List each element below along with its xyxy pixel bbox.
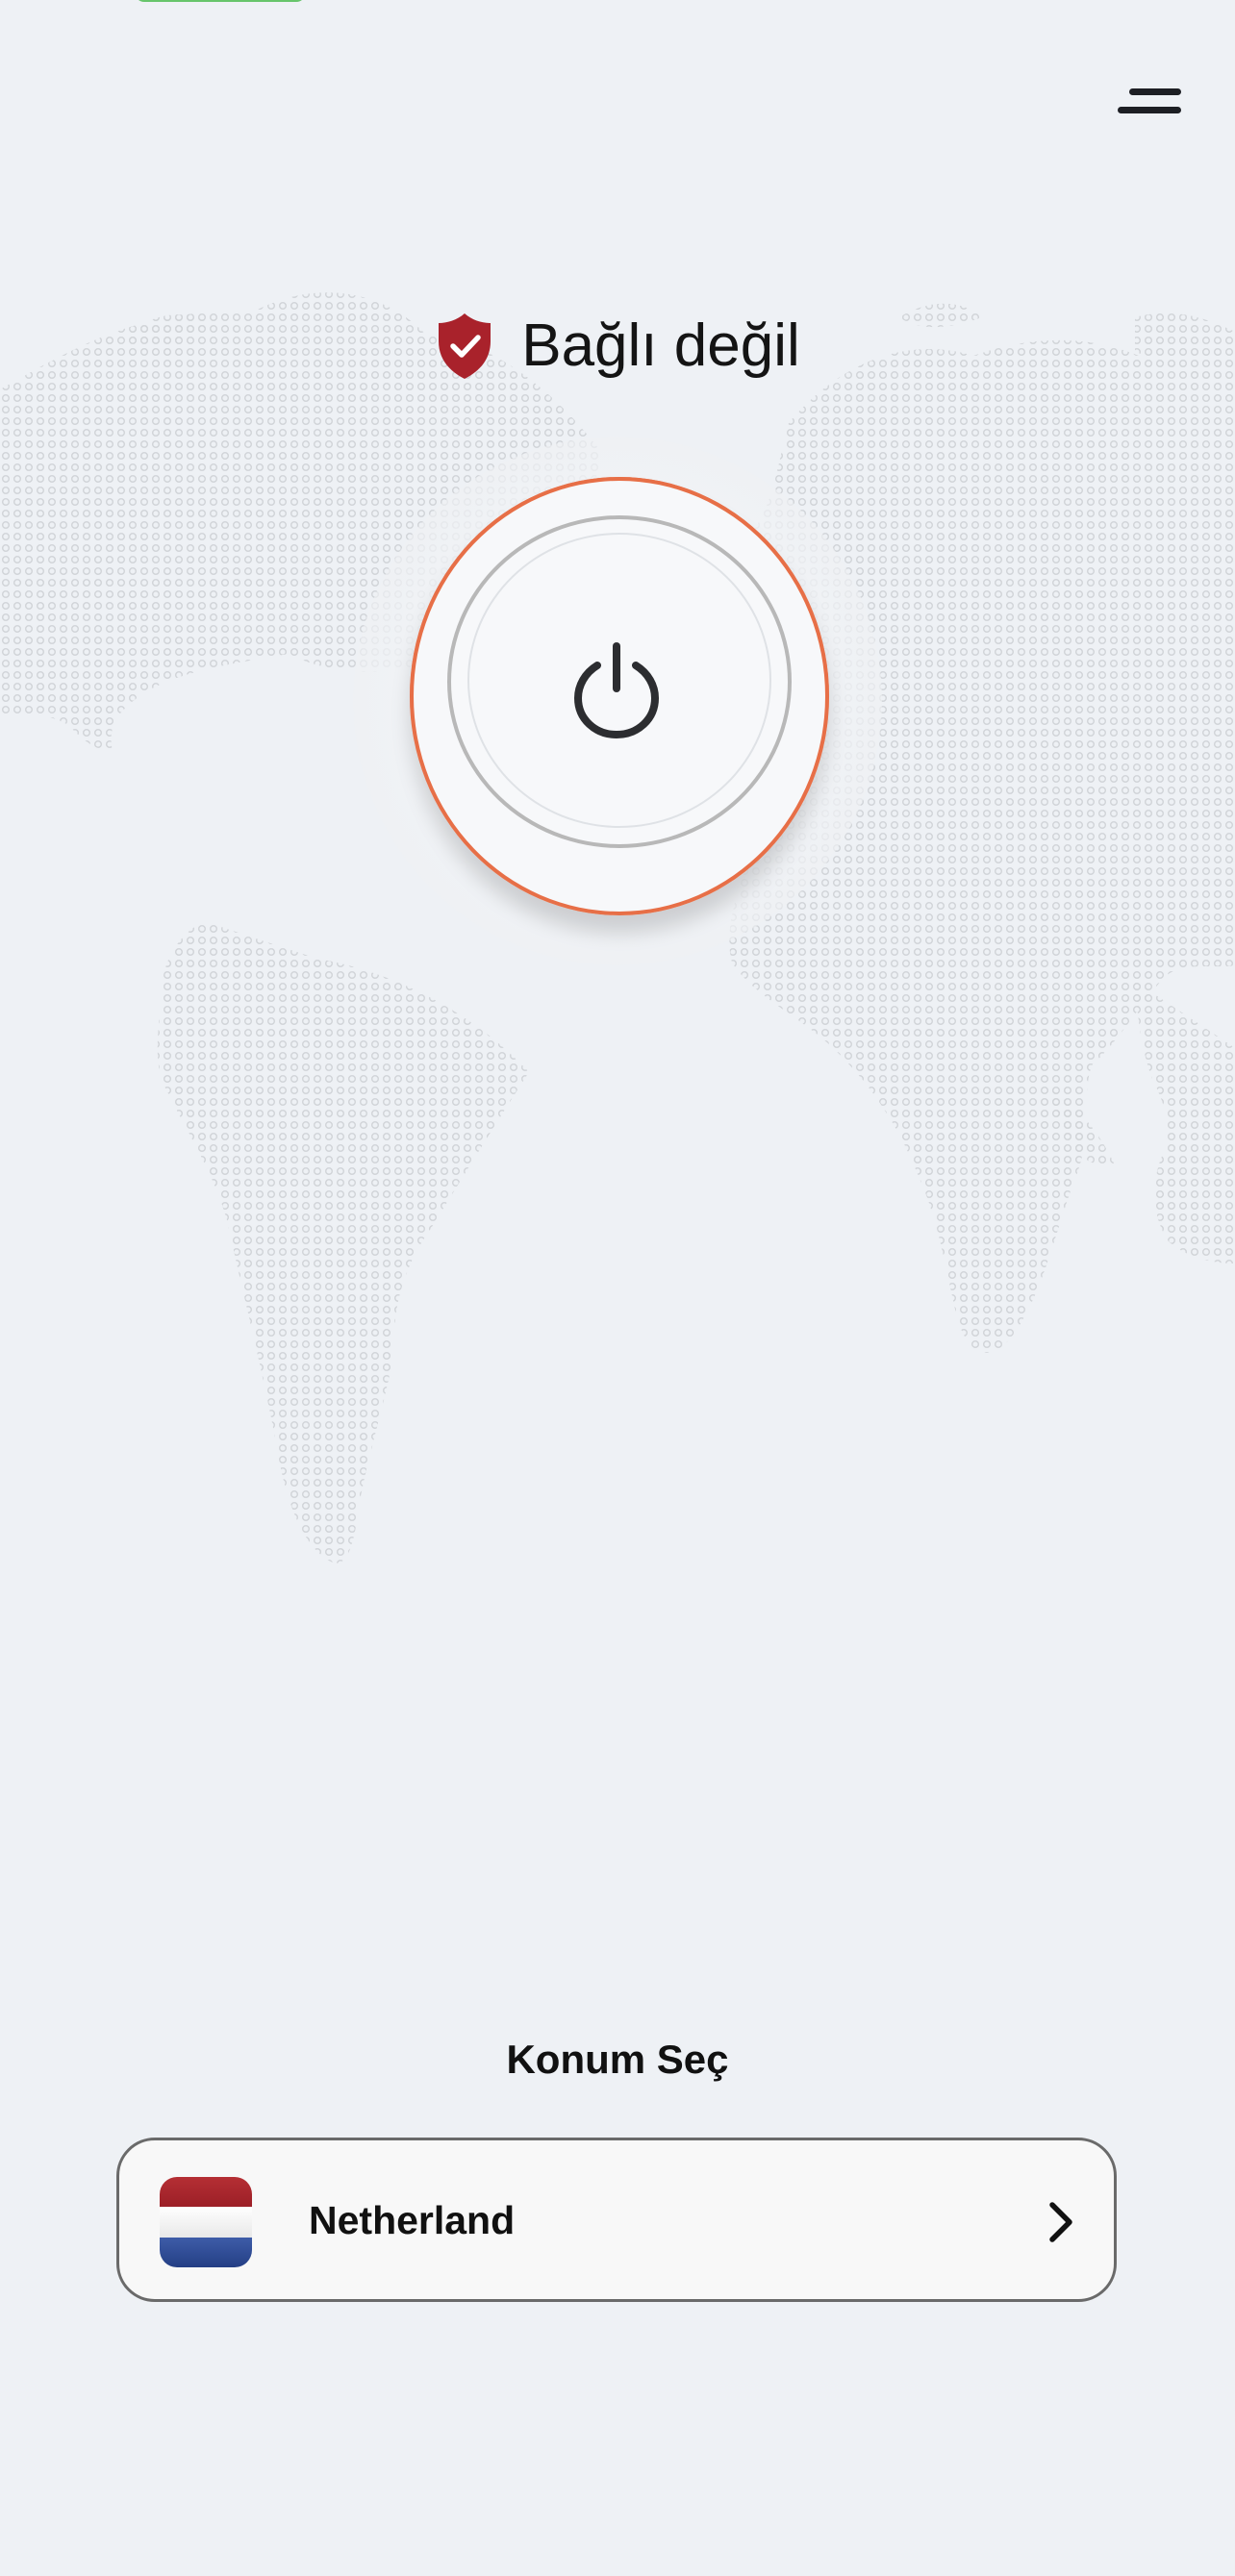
vpn-app-screen: Bağlı değil Konum Seç Netherland (0, 0, 1235, 2576)
flag-red-stripe (160, 2177, 252, 2208)
chevron-right-icon (1049, 2202, 1072, 2242)
status-indicator-pill (135, 0, 306, 2)
menu-icon-line (1118, 107, 1181, 113)
choose-location-label: Konum Seç (506, 2037, 729, 2082)
menu-icon (1129, 88, 1181, 95)
shield-check-icon (439, 313, 491, 379)
netherlands-flag-icon (160, 2177, 252, 2267)
power-icon (573, 642, 660, 739)
location-selector[interactable]: Netherland (116, 2138, 1117, 2302)
selected-location-name: Netherland (309, 2198, 516, 2242)
power-button[interactable] (410, 477, 829, 915)
connection-status-text: Bağlı değil (521, 313, 800, 379)
connection-status-row: Bağlı değil (0, 303, 1235, 389)
flag-white-stripe (160, 2207, 252, 2238)
power-button-area (353, 437, 882, 965)
menu-button[interactable] (1104, 79, 1181, 131)
flag-blue-stripe (160, 2237, 252, 2267)
